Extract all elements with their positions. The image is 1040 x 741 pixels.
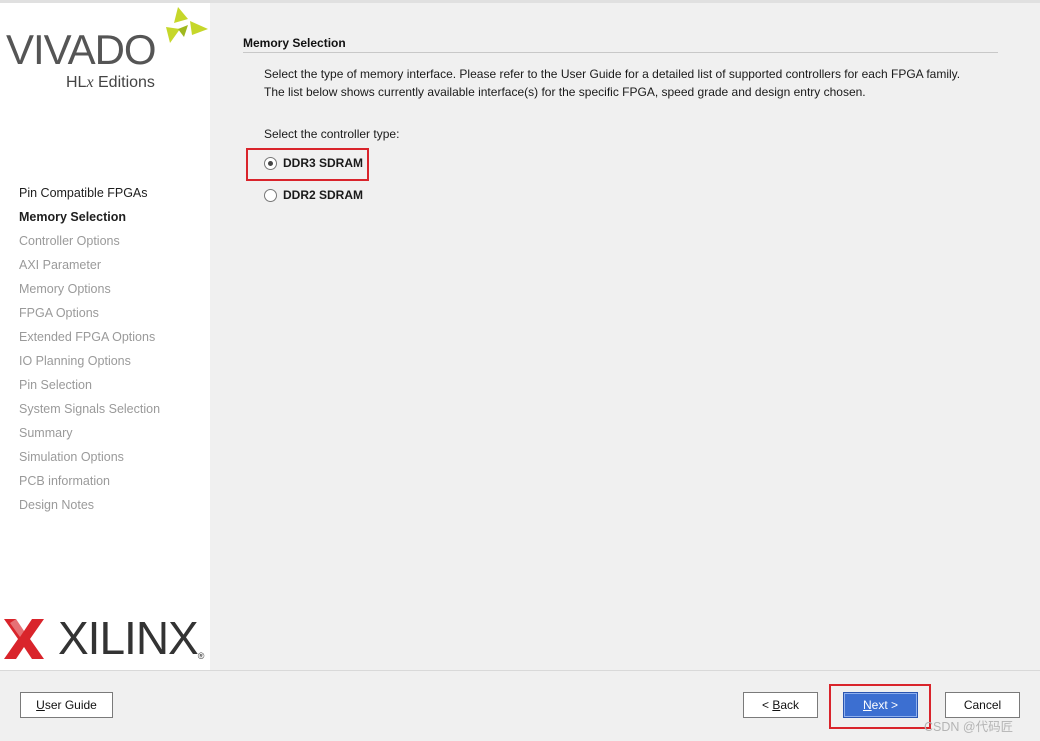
- vivado-leaf-icon: [166, 7, 208, 43]
- nav-step: IO Planning Options: [19, 354, 131, 368]
- nav-step: Memory Options: [19, 282, 111, 296]
- xilinx-logo: XILINX®: [4, 615, 208, 661]
- nav-step: Extended FPGA Options: [19, 330, 156, 344]
- wizard-step-list: Pin Compatible FPGAs Memory Selection Co…: [19, 183, 160, 519]
- user-guide-button[interactable]: User Guide: [20, 692, 113, 718]
- vivado-logo: VIVADO HLx Editions: [4, 7, 208, 95]
- nav-step: FPGA Options: [19, 306, 99, 320]
- radio-ddr2[interactable]: DDR2 SDRAM: [264, 185, 363, 205]
- nav-step: Controller Options: [19, 234, 120, 248]
- nav-step: PCB information: [19, 474, 111, 488]
- nav-step: Simulation Options: [19, 450, 124, 464]
- radio-label[interactable]: DDR2 SDRAM: [283, 188, 363, 202]
- main-panel: Memory Selection Select the type of memo…: [243, 36, 998, 141]
- radio-checked-icon[interactable]: [264, 156, 277, 170]
- radio-label[interactable]: DDR3 SDRAM: [283, 156, 363, 170]
- nav-step: System Signals Selection: [19, 402, 161, 416]
- controller-type-label: Select the controller type:: [264, 127, 400, 141]
- xilinx-x-icon: [4, 619, 44, 659]
- next-button[interactable]: Next >: [843, 692, 918, 718]
- xilinx-wordmark: XILINX®: [58, 612, 204, 664]
- watermark: CSDN @代码匠: [924, 720, 1014, 734]
- sidebar: VIVADO HLx Editions Pin Compatible FPGAs…: [0, 3, 210, 670]
- nav-step[interactable]: Pin Compatible FPGAs: [19, 183, 160, 207]
- radio-unchecked-icon[interactable]: [264, 188, 277, 202]
- nav-step: Summary: [19, 426, 73, 440]
- description: Select the type of memory interface. Ple…: [264, 65, 998, 101]
- back-button[interactable]: < Back: [743, 692, 818, 718]
- vivado-wordmark: VIVADO: [6, 26, 157, 73]
- nav-step: AXI Parameter: [19, 258, 101, 272]
- radio-ddr3[interactable]: DDR3 SDRAM: [264, 153, 363, 173]
- cancel-button[interactable]: Cancel: [945, 692, 1020, 718]
- nav-step: Pin Selection: [19, 378, 92, 392]
- page-title: Memory Selection: [243, 36, 998, 53]
- description-line: The list below shows currently available…: [264, 85, 866, 99]
- nav-step: Design Notes: [19, 498, 95, 512]
- description-line: Select the type of memory interface. Ple…: [264, 67, 961, 81]
- edition-label: HLx Editions: [66, 74, 155, 91]
- nav-step-current[interactable]: Memory Selection: [19, 207, 160, 231]
